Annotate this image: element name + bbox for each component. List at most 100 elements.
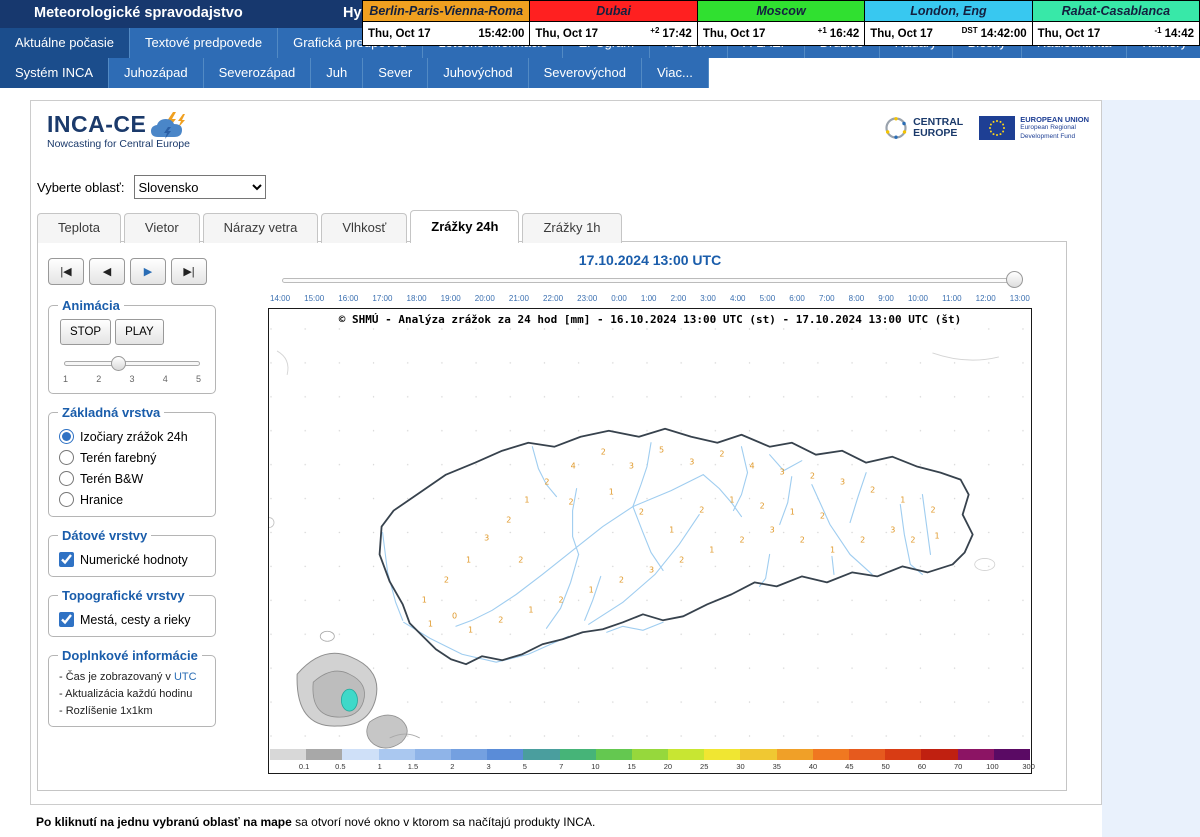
map-controls: |◀ ◀ ▶ ▶| Animácia STOP PLAY [46,256,226,738]
time-slider-handle[interactable] [1006,271,1023,288]
product-tab[interactable]: Teplota [37,213,121,243]
main-nav-row2: Systém INCA Juhozápad Severozápad Juh Se… [0,58,709,88]
timeline-tick[interactable]: 14:00 [270,294,290,303]
timeline-tick[interactable]: 12:00 [976,294,996,303]
timeline-tick[interactable]: 16:00 [338,294,358,303]
product-tab[interactable]: Nárazy vetra [203,213,319,243]
timeline-tick[interactable]: 21:00 [509,294,529,303]
utc-link[interactable]: UTC [174,671,197,683]
topo-layer-checkbox[interactable] [59,612,74,627]
timeline-tick[interactable]: 6:00 [789,294,805,303]
timeline-tick[interactable]: 19:00 [441,294,461,303]
speed-slider-handle[interactable] [111,356,126,371]
svg-text:1: 1 [422,595,427,604]
frame-navigation: |◀ ◀ ▶ ▶| [48,258,226,285]
central-europe-logo: CENTRAL EUROPE [884,116,963,140]
animation-legend: Animácia [58,298,124,313]
timeline-tick[interactable]: 7:00 [819,294,835,303]
scale-segment [777,749,813,760]
precipitation-map[interactable]: © SHMÚ - Analýza zrážok za 24 hod [mm] -… [268,308,1032,774]
svg-text:1: 1 [528,605,533,614]
timeline-tick[interactable]: 2:00 [671,294,687,303]
nav-item[interactable]: Juh [311,58,363,88]
nav-item[interactable]: Severovýchod [529,58,642,88]
clock-utc-offset: +2 [650,26,659,35]
nav-item[interactable]: Viac... [642,58,709,88]
precip-color-scale [270,749,1030,760]
first-frame-button[interactable]: |◀ [48,258,84,285]
base-layer-radio[interactable] [59,471,74,486]
clock-time-value: 17:42 [662,28,691,40]
scale-label: 5 [491,762,527,771]
product-tab[interactable]: Zrážky 1h [522,213,621,243]
region-select[interactable]: Slovensko [134,175,266,199]
timeline-tick[interactable]: 3:00 [700,294,716,303]
scale-label: 25 [672,762,708,771]
data-layer-checkbox[interactable] [59,552,74,567]
eu-logo: EUROPEAN UNION European Regional Develop… [979,115,1089,141]
nav-item[interactable]: Severozápad [204,58,312,88]
additional-info-group: Doplnkové informácie - Čas je zobrazovan… [48,648,216,727]
base-layer-option[interactable]: Terén farebný [59,450,206,465]
scale-label: 0.1 [273,762,309,771]
svg-text:3: 3 [649,565,654,574]
timeline-tick[interactable]: 20:00 [475,294,495,303]
time-slider-track[interactable] [282,278,1018,283]
scale-label: 100 [962,762,998,771]
svg-text:1: 1 [589,585,594,594]
timeline-tick[interactable]: 10:00 [908,294,928,303]
inca-logo: INCA-CE Nowcasting for Central Europe [47,111,194,150]
topo-layers-options: Mestá, cesty a rieky [58,612,206,627]
base-layer-option[interactable]: Izočiary zrážok 24h [59,429,206,444]
nav-item[interactable]: Textové predpovede [130,28,278,58]
timeline-tick[interactable]: 17:00 [372,294,392,303]
product-tab[interactable]: Vlhkosť [321,213,407,243]
timeline-tick[interactable]: 1:00 [641,294,657,303]
svg-text:2: 2 [870,486,875,495]
map-canvas[interactable]: 1213212423532432321232123212321212102121… [269,327,1031,749]
timeline-tick[interactable]: 0:00 [611,294,627,303]
speed-label: 4 [163,374,168,384]
play-button[interactable]: PLAY [115,319,164,345]
base-layer-radio[interactable] [59,429,74,444]
timeline-tick[interactable]: 4:00 [730,294,746,303]
last-frame-button[interactable]: ▶| [171,258,207,285]
timeline-tick[interactable]: 15:00 [304,294,324,303]
inca-logo-title: INCA-CE [47,111,146,138]
scale-segment [704,749,740,760]
header-title-meteo[interactable]: Meteorologické spravodajstvo [34,5,243,21]
svg-text:2: 2 [699,506,704,515]
timeline-tick[interactable]: 13:00 [1010,294,1030,303]
speed-slider[interactable] [64,361,200,366]
timeline-tick[interactable]: 23:00 [577,294,597,303]
timeline-tick[interactable]: 11:00 [942,294,961,303]
nav-item[interactable]: Sever [363,58,428,88]
stop-button[interactable]: STOP [60,319,111,345]
product-tab[interactable]: Vietor [124,213,200,243]
svg-text:3: 3 [780,468,785,477]
clock-time-row: Thu, Oct 17 DST 14:42:00 [865,22,1031,45]
base-layer-option[interactable]: Terén B&W [59,471,206,486]
nav-item[interactable]: Juhozápad [109,58,204,88]
base-layer-radio[interactable] [59,450,74,465]
time-slider[interactable] [282,278,1018,286]
svg-text:2: 2 [639,508,644,517]
prev-frame-button[interactable]: ◀ [89,258,125,285]
base-layer-radio[interactable] [59,492,74,507]
product-tab[interactable]: Zrážky 24h [410,210,519,243]
base-layer-option[interactable]: Hranice [59,492,206,507]
next-frame-button[interactable]: ▶ [130,258,166,285]
nav-item[interactable]: Juhovýchod [428,58,528,88]
timeline-tick[interactable]: 5:00 [760,294,776,303]
nav-item[interactable]: Systém INCA [0,58,109,88]
nav-item[interactable]: Aktuálne počasie [0,28,130,58]
timeline-tick[interactable]: 8:00 [849,294,865,303]
svg-text:2: 2 [518,555,523,564]
scale-label: 1.5 [382,762,418,771]
data-layer-option[interactable]: Numerické hodnoty [59,552,206,567]
topo-layer-option[interactable]: Mestá, cesty a rieky [59,612,206,627]
clock-time-row: Thu, Oct 17 +1 16:42 [698,22,864,45]
timeline-tick[interactable]: 18:00 [407,294,427,303]
timeline-tick[interactable]: 9:00 [878,294,894,303]
timeline-tick[interactable]: 22:00 [543,294,563,303]
